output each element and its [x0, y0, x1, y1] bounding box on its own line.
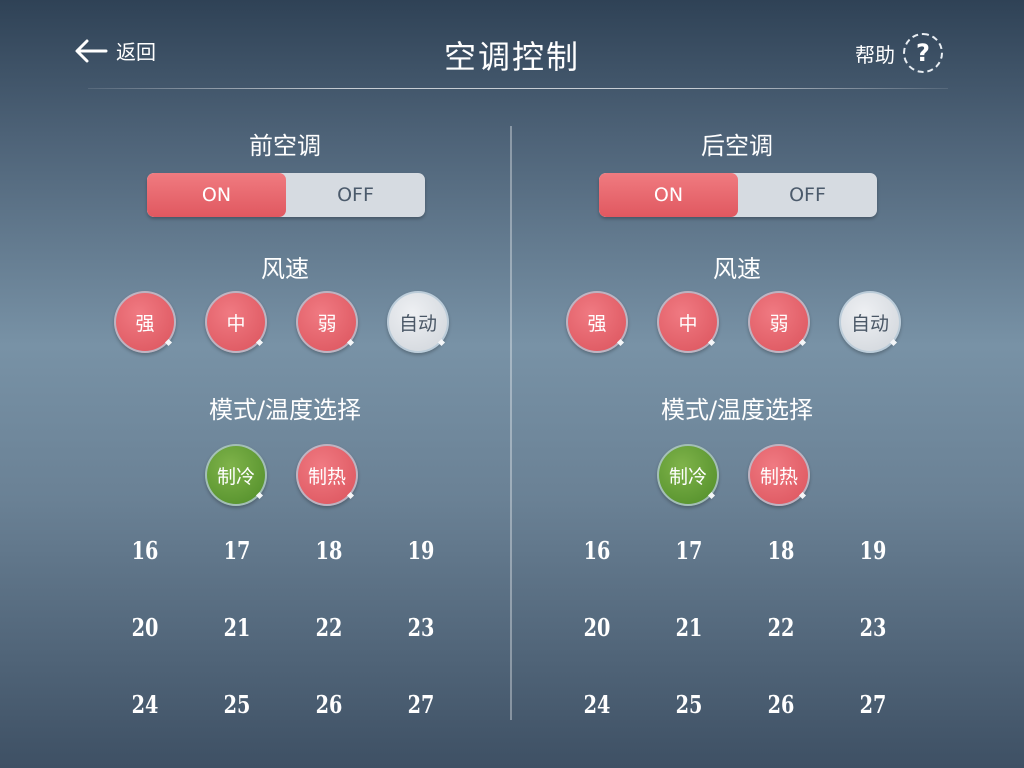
temp-option[interactable]: 25: [213, 690, 261, 719]
speed-high-button[interactable]: 强: [114, 291, 176, 353]
speed-medium-button[interactable]: 中: [657, 291, 719, 353]
mode-temp-label: 模式/温度选择: [660, 396, 814, 424]
mode-cool-button[interactable]: 制冷: [205, 444, 267, 506]
temp-option[interactable]: 19: [849, 536, 897, 565]
mode-heat-button[interactable]: 制热: [296, 444, 358, 506]
speed-auto-button[interactable]: 自动: [387, 291, 449, 353]
temp-option[interactable]: 16: [573, 536, 621, 565]
temp-option[interactable]: 22: [305, 613, 353, 642]
temp-option[interactable]: 17: [665, 536, 713, 565]
mode-heat-button[interactable]: 制热: [748, 444, 810, 506]
temp-option[interactable]: 27: [397, 690, 445, 719]
temp-option[interactable]: 24: [121, 690, 169, 719]
temp-option[interactable]: 27: [849, 690, 897, 719]
temp-option[interactable]: 23: [397, 613, 445, 642]
power-on-button[interactable]: ON: [599, 173, 738, 217]
temp-option[interactable]: 16: [121, 536, 169, 565]
temp-option[interactable]: 18: [305, 536, 353, 565]
power-off-button[interactable]: OFF: [738, 173, 877, 217]
fan-speed-label: 风速: [261, 255, 309, 283]
temp-option[interactable]: 24: [573, 690, 621, 719]
speed-auto-button[interactable]: 自动: [839, 291, 901, 353]
fan-speed-label: 风速: [713, 255, 761, 283]
temp-option[interactable]: 25: [665, 690, 713, 719]
power-toggle: ON OFF: [147, 173, 425, 217]
power-off-button[interactable]: OFF: [286, 173, 425, 217]
temp-option[interactable]: 26: [305, 690, 353, 719]
speed-high-button[interactable]: 强: [566, 291, 628, 353]
speed-low-button[interactable]: 弱: [296, 291, 358, 353]
temp-option[interactable]: 17: [213, 536, 261, 565]
speed-medium-button[interactable]: 中: [205, 291, 267, 353]
speed-low-button[interactable]: 弱: [748, 291, 810, 353]
panel-title: 前空调: [249, 132, 321, 160]
temp-option[interactable]: 22: [757, 613, 805, 642]
front-ac-panel: 前空调 ON OFF 风速 强 中 弱 自动 模式/温度选择 制冷 制热 16 …: [55, 0, 515, 768]
temp-option[interactable]: 20: [573, 613, 621, 642]
power-toggle: ON OFF: [599, 173, 877, 217]
mode-temp-label: 模式/温度选择: [208, 396, 362, 424]
power-on-button[interactable]: ON: [147, 173, 286, 217]
temp-option[interactable]: 21: [665, 613, 713, 642]
mode-cool-button[interactable]: 制冷: [657, 444, 719, 506]
temp-option[interactable]: 21: [213, 613, 261, 642]
temp-option[interactable]: 19: [397, 536, 445, 565]
temp-option[interactable]: 26: [757, 690, 805, 719]
rear-ac-panel: 后空调 ON OFF 风速 强 中 弱 自动 模式/温度选择 制冷 制热 16 …: [507, 0, 967, 768]
panel-title: 后空调: [701, 132, 773, 160]
temp-option[interactable]: 23: [849, 613, 897, 642]
temp-option[interactable]: 18: [757, 536, 805, 565]
temp-option[interactable]: 20: [121, 613, 169, 642]
